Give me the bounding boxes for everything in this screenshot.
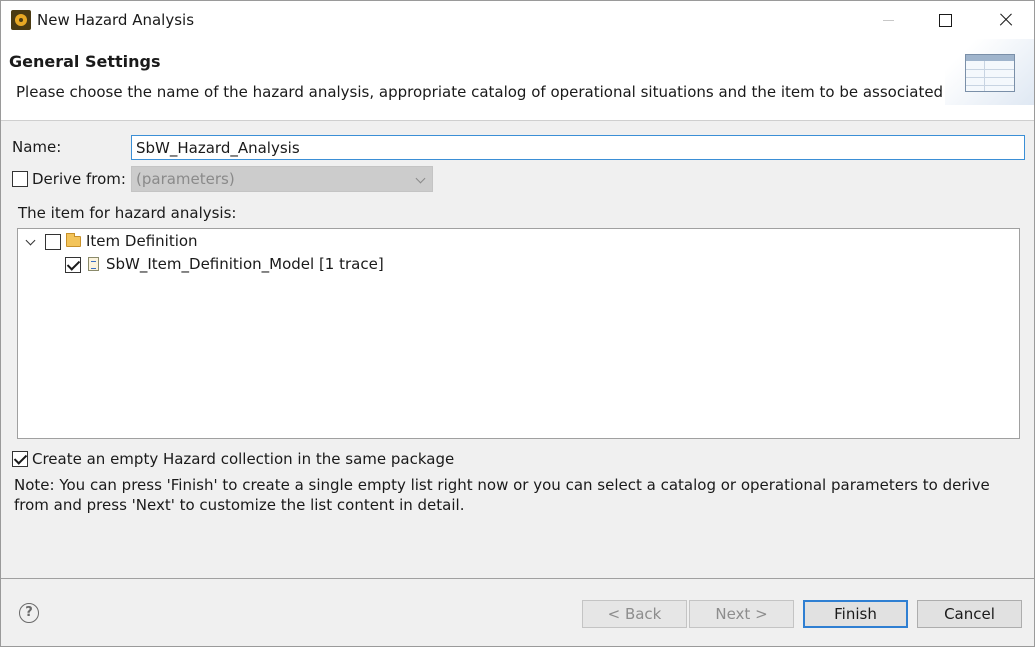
chevron-down-icon xyxy=(415,173,426,184)
derive-from-combo[interactable]: (parameters) xyxy=(131,166,433,192)
note-text: Note: You can press 'Finish' to create a… xyxy=(14,476,990,514)
table-wizard-icon xyxy=(965,54,1015,92)
tree-checkbox-item-definition[interactable] xyxy=(45,234,61,250)
derive-from-label: Derive from: xyxy=(32,170,126,188)
app-icon xyxy=(11,10,31,30)
tree-label: The item for hazard analysis: xyxy=(18,204,237,222)
create-collection-label: Create an empty Hazard collection in the… xyxy=(32,450,455,468)
expand-chevron-icon[interactable] xyxy=(25,235,36,246)
close-button[interactable] xyxy=(975,1,1033,39)
cancel-button[interactable]: Cancel xyxy=(917,600,1022,628)
page-description: Please choose the name of the hazard ana… xyxy=(16,83,1000,101)
wizard-header: General Settings Please choose the name … xyxy=(1,39,1034,121)
minimize-button[interactable] xyxy=(859,1,917,39)
tree-item-label: SbW_Item_Definition_Model [1 trace] xyxy=(106,255,384,273)
help-icon[interactable]: ? xyxy=(19,603,39,623)
tree-checkbox-item-model[interactable] xyxy=(65,257,81,273)
tree-item-label: Item Definition xyxy=(86,232,198,250)
page-title: General Settings xyxy=(9,52,161,71)
document-icon xyxy=(88,257,99,271)
item-tree: Item Definition SbW_Item_Definition_Mode… xyxy=(17,228,1020,439)
folder-icon xyxy=(66,233,81,247)
maximize-button[interactable] xyxy=(917,1,975,39)
name-label: Name: xyxy=(12,138,62,156)
name-input[interactable] xyxy=(131,135,1025,160)
create-collection-checkbox[interactable] xyxy=(12,451,28,467)
derive-from-checkbox[interactable] xyxy=(12,171,28,187)
finish-button[interactable]: Finish xyxy=(803,600,908,628)
button-bar-divider xyxy=(1,578,1034,579)
window-title: New Hazard Analysis xyxy=(37,11,195,29)
derive-from-combo-value: (parameters) xyxy=(136,170,235,188)
back-button[interactable]: < Back xyxy=(582,600,687,628)
title-bar: New Hazard Analysis xyxy=(1,1,1034,39)
next-button[interactable]: Next > xyxy=(689,600,794,628)
new-hazard-analysis-dialog: New Hazard Analysis General Settings Ple… xyxy=(0,0,1035,647)
